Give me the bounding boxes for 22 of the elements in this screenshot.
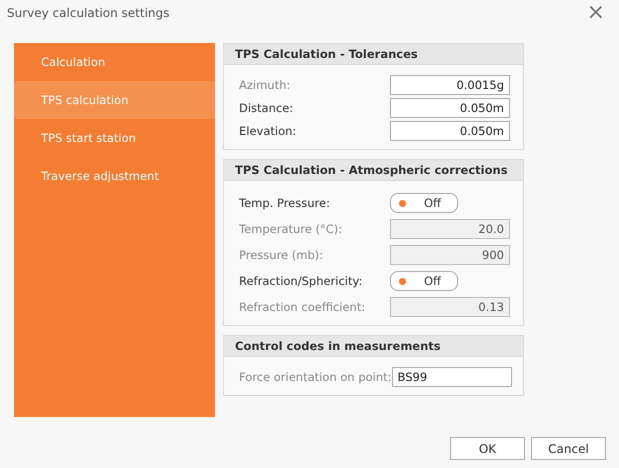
ok-button[interactable]: OK xyxy=(450,437,525,460)
window-title: Survey calculation settings xyxy=(7,6,170,20)
field-label: Refraction coefficient: xyxy=(239,300,366,314)
field-label: Azimuth: xyxy=(239,78,290,92)
section-header: TPS Calculation - Atmospheric corrections xyxy=(224,160,523,181)
field-label: Distance: xyxy=(239,101,294,115)
field-label: Pressure (mb): xyxy=(239,248,324,262)
field-label: Elevation: xyxy=(239,124,296,138)
field-label: Temperature (°C): xyxy=(239,222,342,236)
toggle-switch[interactable]: Off xyxy=(390,271,458,291)
cancel-button[interactable]: Cancel xyxy=(531,437,606,460)
section-header: TPS Calculation - Tolerances xyxy=(224,44,523,65)
input-field[interactable]: 0.050m xyxy=(390,121,510,141)
field-label: Refraction/Sphericity: xyxy=(239,274,362,288)
toggle-switch[interactable]: Off xyxy=(390,193,458,213)
close-button[interactable]: × xyxy=(584,2,607,22)
input-field[interactable]: BS99 xyxy=(392,367,512,387)
input-field[interactable]: 0.050m xyxy=(390,98,510,118)
input-field[interactable]: 0.0015g xyxy=(390,75,510,95)
field-label: Force orientation on point: xyxy=(239,370,392,384)
field-label: Temp. Pressure: xyxy=(239,196,330,210)
section-header: Control codes in measurements xyxy=(224,336,523,357)
